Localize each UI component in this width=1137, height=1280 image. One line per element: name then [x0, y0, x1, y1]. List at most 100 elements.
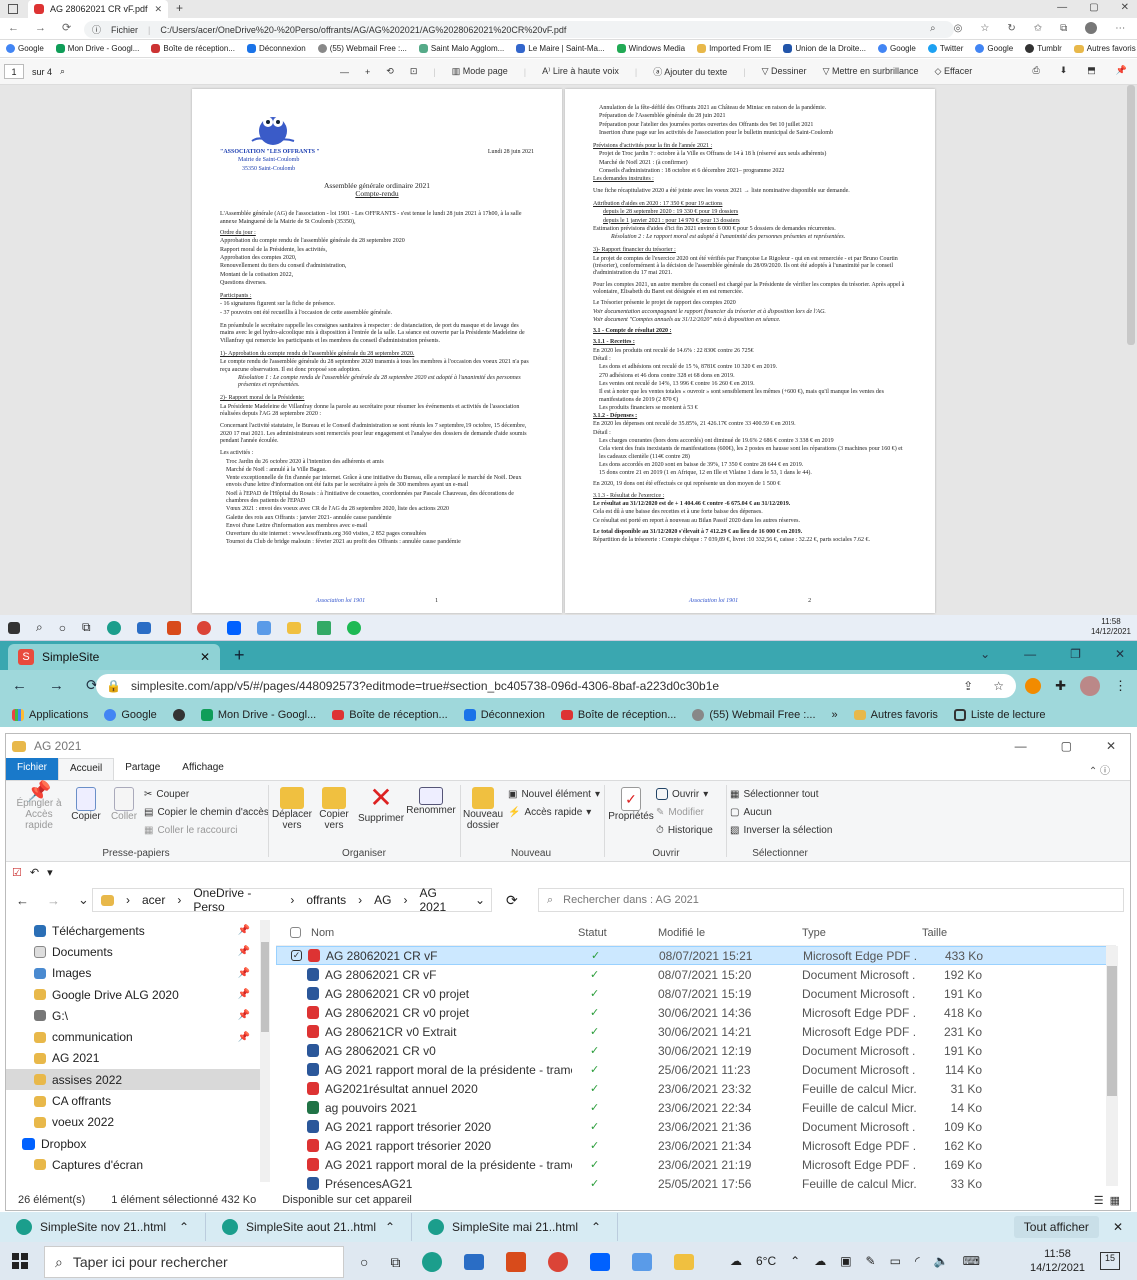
- tab-file[interactable]: Fichier: [6, 758, 59, 780]
- row-checkbox[interactable]: [290, 1064, 301, 1075]
- row-checkbox[interactable]: [290, 1045, 301, 1056]
- restore-icon[interactable]: ❐: [1070, 647, 1081, 661]
- dropbox-icon[interactable]: [590, 1253, 611, 1271]
- fav-12[interactable]: Google: [975, 44, 1013, 53]
- edge-tab-pdf[interactable]: AG 28062021 CR vF.pdf ✕: [28, 0, 168, 18]
- volume-icon[interactable]: 🔈: [934, 1254, 949, 1268]
- fav-5[interactable]: Saint Malo Agglom...: [418, 44, 504, 53]
- crumb-offrants[interactable]: offrants: [306, 893, 346, 907]
- chevron-up-icon[interactable]: ⌃: [385, 1220, 395, 1234]
- crumb-ag2021[interactable]: AG 2021: [420, 886, 463, 914]
- mail-icon[interactable]: [464, 1254, 485, 1270]
- row-checkbox[interactable]: [290, 988, 301, 999]
- chevron-up-icon[interactable]: ⌃: [179, 1220, 189, 1234]
- download-item[interactable]: SimpleSite nov 21..html ⌃: [0, 1213, 206, 1241]
- page-mode-button[interactable]: ▥ Mode page: [452, 66, 508, 77]
- fav-8[interactable]: Imported From IE: [697, 44, 771, 53]
- bookmark-gmail-2[interactable]: Boîte de réception...: [560, 709, 676, 721]
- fav-4[interactable]: (55) Webmail Free :...: [317, 44, 407, 53]
- chrome-tab-simplesite[interactable]: S SimpleSite ✕: [8, 644, 220, 670]
- file-row[interactable]: AG 2021 rapport trésorier 2020 ✓ 23/06/202…: [276, 1117, 1116, 1136]
- weather-temp[interactable]: 6°C: [756, 1254, 776, 1268]
- weather-cloud-icon[interactable]: ☁: [730, 1254, 742, 1268]
- file-row[interactable]: AG 2021 rapport moral de la présidente -…: [276, 1060, 1116, 1079]
- row-checkbox[interactable]: [290, 1121, 301, 1132]
- task-view-icon[interactable]: ⧉: [390, 1254, 400, 1271]
- tree-item[interactable]: Téléchargements 📌: [6, 920, 270, 941]
- close-icon[interactable]: ✕: [1106, 739, 1116, 753]
- highlight-button[interactable]: ▽ Mettre en surbrillance: [823, 66, 919, 77]
- forward-icon[interactable]: →: [49, 677, 64, 694]
- search-input[interactable]: ⌕ Rechercher dans : AG 2021: [538, 888, 1124, 912]
- add-text-button[interactable]: ⓐ Ajouter du texte: [653, 65, 727, 78]
- copy-path-button[interactable]: ▤ Copier le chemin d'accès: [144, 803, 269, 821]
- tree-item[interactable]: Dropbox: [6, 1133, 270, 1154]
- todo-icon[interactable]: [632, 1253, 653, 1271]
- collections-icon[interactable]: ⧉: [1060, 23, 1067, 34]
- history-button[interactable]: ⏱ Historique: [656, 821, 713, 839]
- windows-start-icon[interactable]: [8, 621, 20, 634]
- tree-item[interactable]: Google Drive ALG 2020 📌: [6, 984, 270, 1005]
- pdf-scrollbar[interactable]: [1127, 85, 1135, 345]
- maximize-icon[interactable]: ▢: [1061, 739, 1072, 753]
- cortana-icon[interactable]: ○: [59, 621, 66, 635]
- bookmark-webmail[interactable]: (55) Webmail Free :...: [692, 708, 816, 721]
- sheets-icon[interactable]: [316, 620, 331, 635]
- show-all-button[interactable]: Tout afficher: [1013, 1216, 1099, 1238]
- fav-6[interactable]: Le Maire | Saint-Ma...: [516, 44, 605, 53]
- file-row[interactable]: AG 28062021 CR v0 ✓ 30/06/2021 12:19 Docume…: [276, 1041, 1116, 1060]
- close-window-icon[interactable]: ✕: [1121, 2, 1129, 13]
- save-icon[interactable]: ⬇: [1060, 65, 1068, 76]
- chrome-icon[interactable]: [548, 1252, 569, 1272]
- forward-icon[interactable]: →: [35, 22, 46, 34]
- fav-3[interactable]: Déconnexion: [246, 44, 306, 53]
- more-icon[interactable]: ⋯: [1115, 23, 1125, 34]
- edge-icon[interactable]: [106, 620, 121, 635]
- tab-search-icon[interactable]: ⌄: [980, 647, 990, 661]
- quick-access-button[interactable]: ⚡ Accès rapide ▾: [508, 803, 600, 821]
- select-all-checkbox[interactable]: [290, 927, 301, 938]
- row-checkbox[interactable]: [290, 969, 301, 980]
- paste-button[interactable]: Coller: [108, 787, 140, 822]
- spotify-icon[interactable]: [346, 620, 361, 635]
- row-checkbox[interactable]: [290, 1102, 301, 1113]
- close-window-icon[interactable]: ✕: [1115, 647, 1125, 661]
- todo-icon[interactable]: [256, 620, 271, 635]
- meet-icon[interactable]: ▣: [840, 1254, 851, 1268]
- zoom-icon[interactable]: ⌕: [930, 23, 936, 34]
- chrome-menu-icon[interactable]: ⋮: [1114, 678, 1127, 694]
- notifications-icon[interactable]: 15: [1100, 1252, 1120, 1270]
- rename-button[interactable]: Renommer: [406, 787, 456, 816]
- qat-properties-icon[interactable]: ☑: [12, 866, 22, 879]
- row-checkbox[interactable]: [290, 1140, 301, 1151]
- tree-item[interactable]: Documents 📌: [6, 941, 270, 962]
- row-checkbox[interactable]: ✓: [291, 950, 302, 961]
- delete-button[interactable]: ✕ Supprimer: [358, 783, 404, 825]
- crumb-onedrive[interactable]: OneDrive - Perso: [193, 886, 278, 914]
- zoom-in-icon[interactable]: +: [365, 67, 370, 77]
- tree-item[interactable]: voeux 2022: [6, 1112, 270, 1133]
- windows-start-icon[interactable]: [12, 1253, 28, 1269]
- close-icon[interactable]: ✕: [154, 4, 162, 15]
- tree-item-selected[interactable]: assises 2022: [6, 1069, 270, 1091]
- profile-avatar[interactable]: [1085, 22, 1098, 34]
- erase-button[interactable]: ◇ Effacer: [935, 66, 973, 77]
- tree-scrollbar[interactable]: [260, 920, 270, 1182]
- chevron-up-icon[interactable]: ⌃: [591, 1220, 601, 1234]
- fav-11[interactable]: Twitter: [927, 44, 963, 53]
- file-row[interactable]: AG2021résultat annuel 2020 ✓ 23/06/2021 23…: [276, 1079, 1116, 1098]
- copy-button[interactable]: Copier: [70, 787, 102, 822]
- pdf-search-icon[interactable]: ⌕: [60, 66, 65, 77]
- tiles-view-icon[interactable]: ▦: [1110, 1194, 1120, 1207]
- star-icon[interactable]: ☆: [980, 23, 989, 34]
- pin-toolbar-icon[interactable]: 📌: [1116, 65, 1127, 76]
- read-aloud-button[interactable]: A⁾ Lire à haute voix: [542, 66, 619, 77]
- fav-10[interactable]: Google: [878, 44, 916, 53]
- reader-icon[interactable]: ◎: [954, 23, 963, 34]
- row-checkbox[interactable]: [290, 1178, 301, 1189]
- file-row[interactable]: AG 28062021 CR v0 projet ✓ 08/07/2021 15:1…: [276, 984, 1116, 1003]
- file-row[interactable]: ag pouvoirs 2021 ✓ 23/06/2021 22:34 Feuille…: [276, 1098, 1116, 1117]
- bookmark-other[interactable]: Autres favoris: [853, 709, 938, 721]
- refresh-icon[interactable]: ⟳: [506, 892, 518, 909]
- qat-dropdown-icon[interactable]: ▾: [47, 866, 53, 879]
